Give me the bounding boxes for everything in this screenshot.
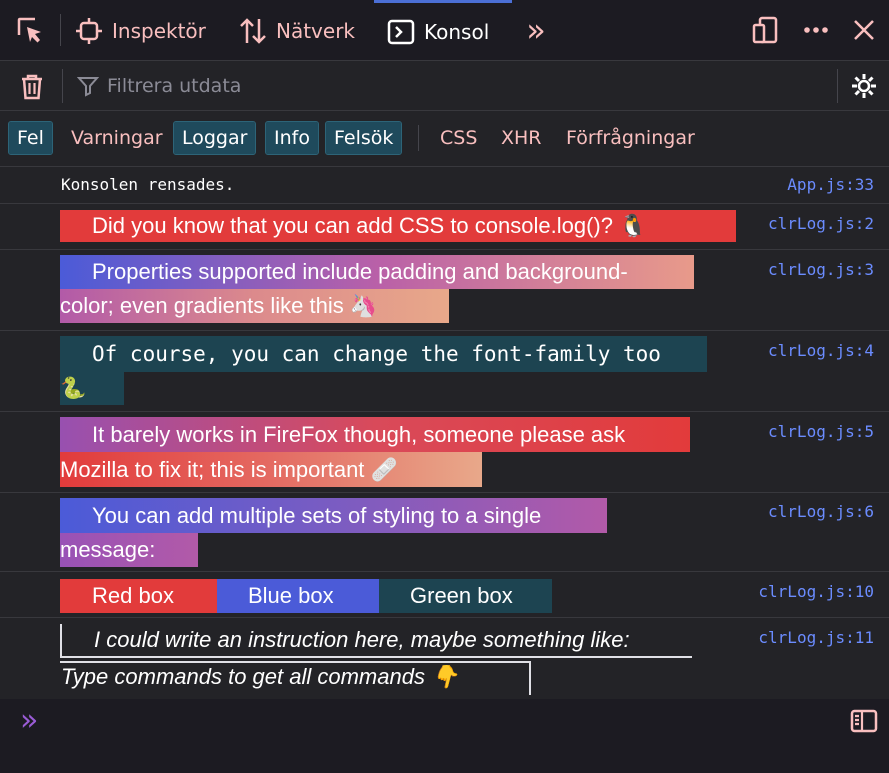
filter-divider: [837, 69, 838, 103]
close-devtools-button[interactable]: [846, 12, 882, 48]
filter-requests-button[interactable]: Förfrågningar: [558, 122, 703, 154]
console-message: Red box Blue box Green box clrLog.js:10: [0, 572, 889, 618]
sidebar-toggle-icon: [850, 709, 878, 733]
blue-box: Blue box: [217, 579, 379, 613]
more-options-icon: [804, 27, 828, 33]
filter-logs-button[interactable]: Loggar: [172, 121, 257, 155]
green-box: Green box: [379, 579, 552, 613]
console-message: Of course, you can change the font-famil…: [0, 331, 889, 412]
prompt-chevron-icon: »: [20, 703, 39, 738]
element-picker-button[interactable]: [12, 12, 48, 48]
console-message: Konsolen rensades. App.js:33: [0, 167, 889, 204]
message-text-line: It barely works in FireFox though, someo…: [60, 417, 690, 452]
message-text-line: message:: [60, 533, 198, 567]
filter-placeholder: Filtrera utdata: [107, 75, 242, 97]
console-input-row[interactable]: »: [0, 699, 889, 773]
level-divider: [418, 125, 419, 151]
message-location-link[interactable]: clrLog.js:3: [768, 260, 874, 279]
message-location-link[interactable]: App.js:33: [787, 175, 874, 194]
message-text-line: You can add multiple sets of styling to …: [60, 498, 607, 533]
message-location-link[interactable]: clrLog.js:5: [768, 422, 874, 441]
toggle-editor-button[interactable]: [846, 703, 882, 739]
message-location-link[interactable]: clrLog.js:10: [758, 582, 874, 601]
tab-label: Konsol: [424, 20, 490, 44]
clear-console-button[interactable]: [14, 68, 50, 104]
filter-debug-button[interactable]: Felsök: [324, 121, 403, 155]
responsive-design-icon: [752, 16, 778, 44]
message-location-link[interactable]: clrLog.js:2: [768, 214, 874, 233]
message-location-link[interactable]: clrLog.js:11: [758, 628, 874, 647]
message-text-line: Mozilla to fix it; this is important 🩹: [60, 452, 482, 487]
instruction-border-left: [60, 624, 62, 658]
responsive-design-button[interactable]: [747, 12, 783, 48]
console-message: It barely works in FireFox though, someo…: [0, 412, 889, 493]
filter-css-button[interactable]: CSS: [432, 122, 485, 154]
instruction-border-right: [529, 661, 531, 695]
more-tabs-button[interactable]: »: [518, 12, 554, 48]
console-message: Did you know that you can add CSS to con…: [0, 204, 889, 250]
filter-warnings-button[interactable]: Varningar: [63, 122, 171, 154]
message-location-link[interactable]: clrLog.js:6: [768, 502, 874, 521]
close-icon: [854, 20, 874, 40]
console-settings-button[interactable]: [846, 68, 882, 104]
filter-bar: Filtrera utdata: [0, 61, 889, 111]
tab-label: Inspektör: [112, 18, 206, 43]
message-text-line: Properties supported include padding and…: [60, 255, 694, 289]
chevrons-right-icon: »: [526, 11, 546, 49]
filter-icon: [77, 77, 99, 97]
filter-divider: [62, 69, 63, 103]
tab-console[interactable]: Konsol: [374, 0, 512, 61]
console-output: Konsolen rensades. App.js:33 Did you kno…: [0, 167, 889, 699]
message-text: Did you know that you can add CSS to con…: [60, 210, 736, 242]
log-level-filters: Fel Varningar Loggar Info Felsök CSS XHR…: [0, 111, 889, 167]
filter-xhr-button[interactable]: XHR: [493, 122, 550, 154]
toolbar-divider: [60, 14, 61, 46]
element-picker-icon: [17, 17, 41, 43]
network-icon: [238, 16, 268, 46]
filter-input[interactable]: Filtrera utdata: [77, 69, 817, 103]
console-message: You can add multiple sets of styling to …: [0, 493, 889, 572]
devtools-toolbar: Inspektör Nätverk Konsol »: [0, 0, 889, 61]
tab-label: Nätverk: [276, 18, 356, 43]
tab-inspector[interactable]: Inspektör: [74, 0, 206, 61]
message-text-line: Type commands to get all commands 👇: [61, 664, 459, 689]
toolbox-menu-button[interactable]: [798, 12, 834, 48]
console-message: I could write an instruction here, maybe…: [0, 618, 889, 699]
filter-info-button[interactable]: Info: [265, 121, 319, 155]
inspector-icon: [74, 16, 104, 46]
message-text-line: I could write an instruction here, maybe…: [94, 627, 630, 652]
instruction-border-bottom: [60, 656, 692, 658]
trash-icon: [22, 74, 42, 100]
message-location-link[interactable]: clrLog.js:4: [768, 341, 874, 360]
message-text-line: color; even gradients like this 🦄: [60, 289, 449, 323]
console-message: Properties supported include padding and…: [0, 250, 889, 331]
red-box: Red box: [60, 579, 217, 613]
tab-network[interactable]: Nätverk: [238, 0, 355, 61]
message-text: Konsolen rensades.: [61, 175, 235, 194]
message-text-line: Of course, you can change the font-famil…: [60, 336, 707, 372]
console-icon: [386, 17, 416, 47]
gear-icon: [852, 74, 876, 98]
message-text-line: 🐍: [60, 372, 124, 405]
filter-errors-button[interactable]: Fel: [8, 121, 53, 155]
